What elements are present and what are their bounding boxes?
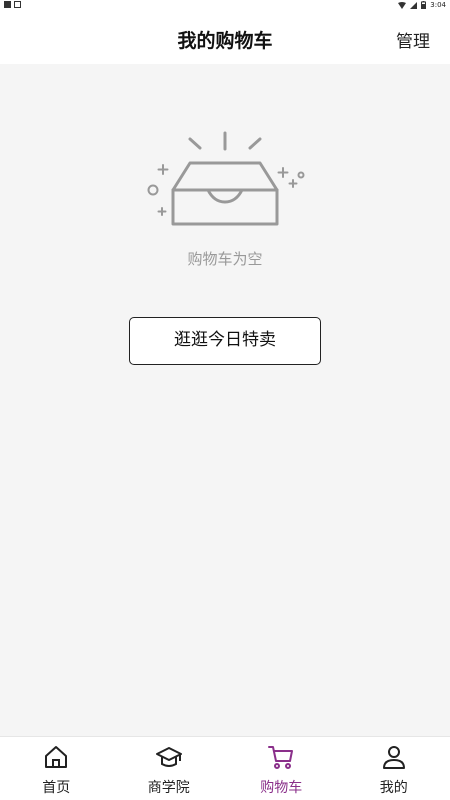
user-icon [382, 746, 405, 769]
cart-icon [268, 746, 294, 769]
tab-cart[interactable]: 购物车 [225, 737, 338, 800]
status-left-icons [4, 1, 21, 8]
tab-home-label: 首页 [42, 780, 71, 796]
tab-business-school[interactable]: 商学院 [113, 737, 226, 800]
page-title: 我的购物车 [177, 30, 273, 52]
status-right: 3:04 [398, 1, 446, 9]
app-notification-icon [14, 1, 21, 8]
top-header: 我的购物车 管理 [0, 12, 450, 64]
tab-home[interactable]: 首页 [0, 737, 113, 800]
tab-mine[interactable]: 我的 [338, 737, 450, 800]
cart-content: 购物车为空 逛逛今日特卖 [0, 64, 450, 736]
signal-icon [410, 1, 418, 9]
battery-icon [421, 1, 427, 9]
notification-icon [4, 1, 11, 8]
home-icon [45, 746, 68, 768]
status-time: 3:04 [430, 1, 446, 9]
browse-today-sale-button[interactable]: 逛逛今日特卖 [129, 317, 321, 365]
tab-mine-label: 我的 [379, 780, 408, 796]
empty-box-icon [147, 131, 305, 226]
graduation-cap-icon [155, 747, 182, 767]
manage-button[interactable]: 管理 [396, 27, 430, 52]
tab-cart-label: 购物车 [260, 780, 303, 796]
tab-business-school-label: 商学院 [147, 780, 190, 796]
bottom-tab-bar: 首页 商学院 购物车 我的 [0, 736, 450, 800]
empty-cart-message: 购物车为空 [187, 250, 263, 268]
status-bar: 3:04 [0, 0, 450, 12]
wifi-icon [398, 1, 407, 9]
